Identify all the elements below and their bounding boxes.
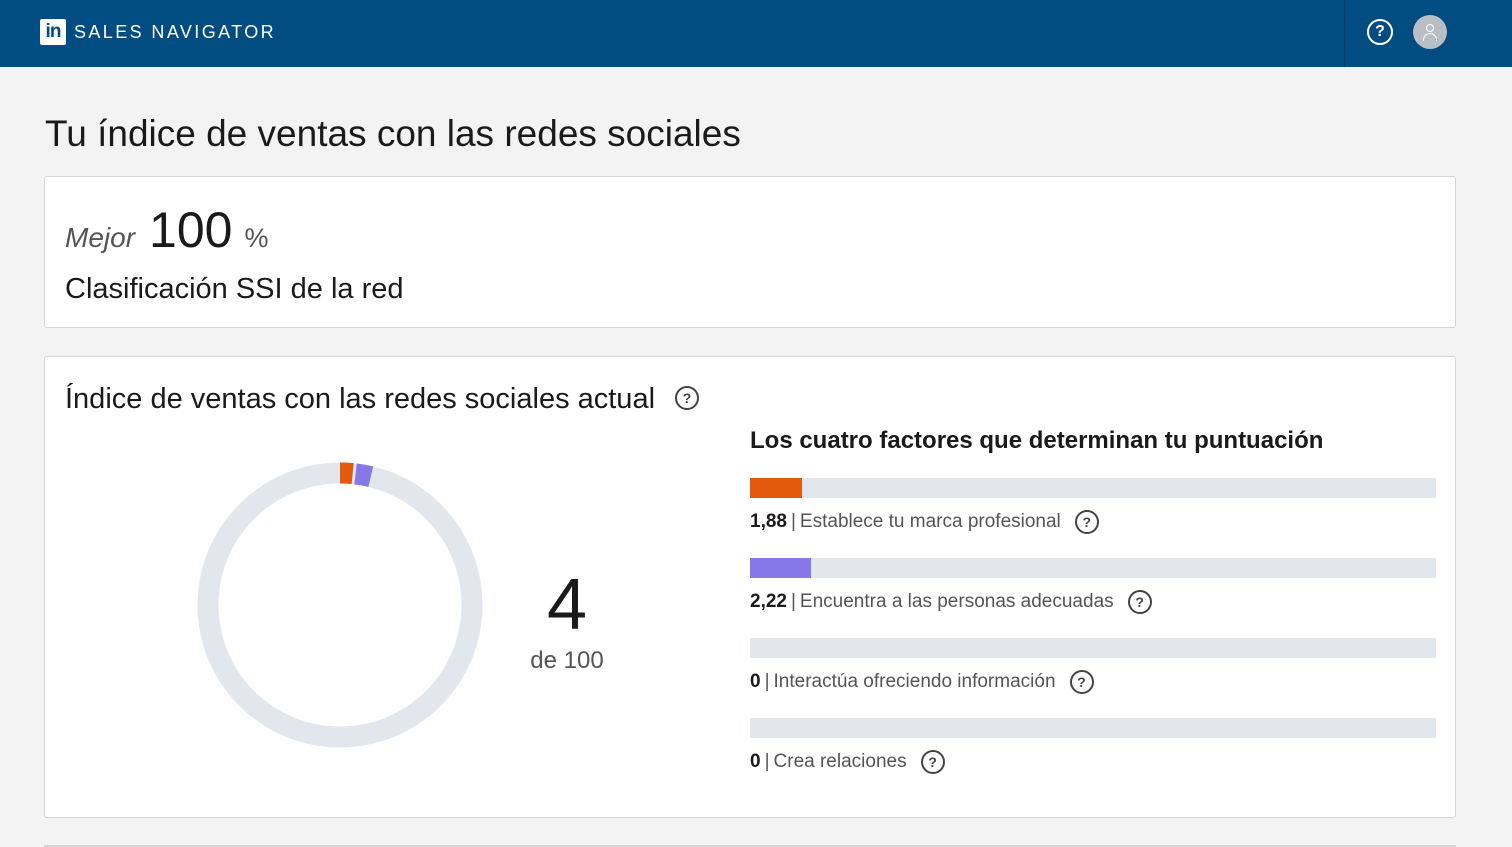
factor-help-icon[interactable]: ? xyxy=(1074,510,1099,534)
ssi-score-max: de 100 xyxy=(530,647,604,674)
factor-value: 0 xyxy=(750,671,761,692)
factors-title: Los cuatro factores que determinan tu pu… xyxy=(750,427,1324,454)
factor-bar-track xyxy=(750,478,1436,498)
factor-bar-track xyxy=(750,718,1436,738)
factor-separator: | xyxy=(790,511,796,532)
header-divider xyxy=(1344,0,1345,67)
factor-label: Establece tu marca profesional xyxy=(799,511,1061,532)
factor-label: Crea relaciones xyxy=(773,751,907,772)
ssi-score: 4 xyxy=(546,565,588,645)
ssi-donut-chart xyxy=(197,462,483,748)
factor-bar-track xyxy=(750,558,1436,578)
sales-navigator-logo[interactable]: in SALES NAVIGATOR xyxy=(40,19,276,45)
factor-bar-fill xyxy=(750,558,811,578)
factor-line: 0 | Crea relaciones ? xyxy=(750,750,945,774)
factor-value: 1,88 xyxy=(750,511,787,532)
factor-separator: | xyxy=(764,751,770,772)
current-ssi-card: Índice de ventas con las redes sociales … xyxy=(44,356,1456,818)
factor-help-icon[interactable]: ? xyxy=(920,750,945,774)
linkedin-icon: in xyxy=(40,19,66,45)
rank-label: Mejor xyxy=(65,222,136,253)
factor-separator: | xyxy=(790,591,796,612)
ssi-title: Índice de ventas con las redes sociales … xyxy=(65,383,656,415)
factor-value: 0 xyxy=(750,751,761,772)
avatar[interactable] xyxy=(1413,15,1447,49)
factor-label: Interactúa ofreciendo información xyxy=(773,671,1056,692)
user-icon-body xyxy=(1423,33,1437,41)
donut-track xyxy=(197,462,483,748)
donut-segment-0 xyxy=(339,462,354,485)
page-title: Tu índice de ventas con las redes social… xyxy=(45,113,741,154)
factor-line: 1,88 | Establece tu marca profesional ? xyxy=(750,510,1099,534)
help-icon[interactable]: ? xyxy=(1367,19,1393,45)
top-navigation-bar: in SALES NAVIGATOR ? xyxy=(0,0,1512,67)
rank-value: 100 xyxy=(149,202,233,258)
factor-value: 2,22 xyxy=(750,591,787,612)
factor-line: 0 | Interactúa ofreciendo información ? xyxy=(750,670,1094,694)
brand-name: SALES NAVIGATOR xyxy=(74,22,277,42)
factor-help-icon[interactable]: ? xyxy=(1069,670,1094,694)
user-icon xyxy=(1426,24,1434,32)
factor-separator: | xyxy=(764,671,770,692)
network-rank-card: Mejor 100 % Clasificación SSI de la red xyxy=(44,176,1456,328)
rank-row: Mejor 100 % xyxy=(65,201,268,259)
donut-segment-1 xyxy=(354,463,374,487)
ssi-help-icon[interactable]: ? xyxy=(675,386,699,410)
factor-help-icon[interactable]: ? xyxy=(1127,590,1152,614)
rank-unit: % xyxy=(244,223,269,253)
factor-label: Encuentra a las personas adecuadas xyxy=(799,591,1114,612)
factor-bar-fill xyxy=(750,478,802,498)
rank-subtitle: Clasificación SSI de la red xyxy=(65,273,404,305)
factor-line: 2,22 | Encuentra a las personas adecuada… xyxy=(750,590,1152,614)
factor-bar-track xyxy=(750,638,1436,658)
